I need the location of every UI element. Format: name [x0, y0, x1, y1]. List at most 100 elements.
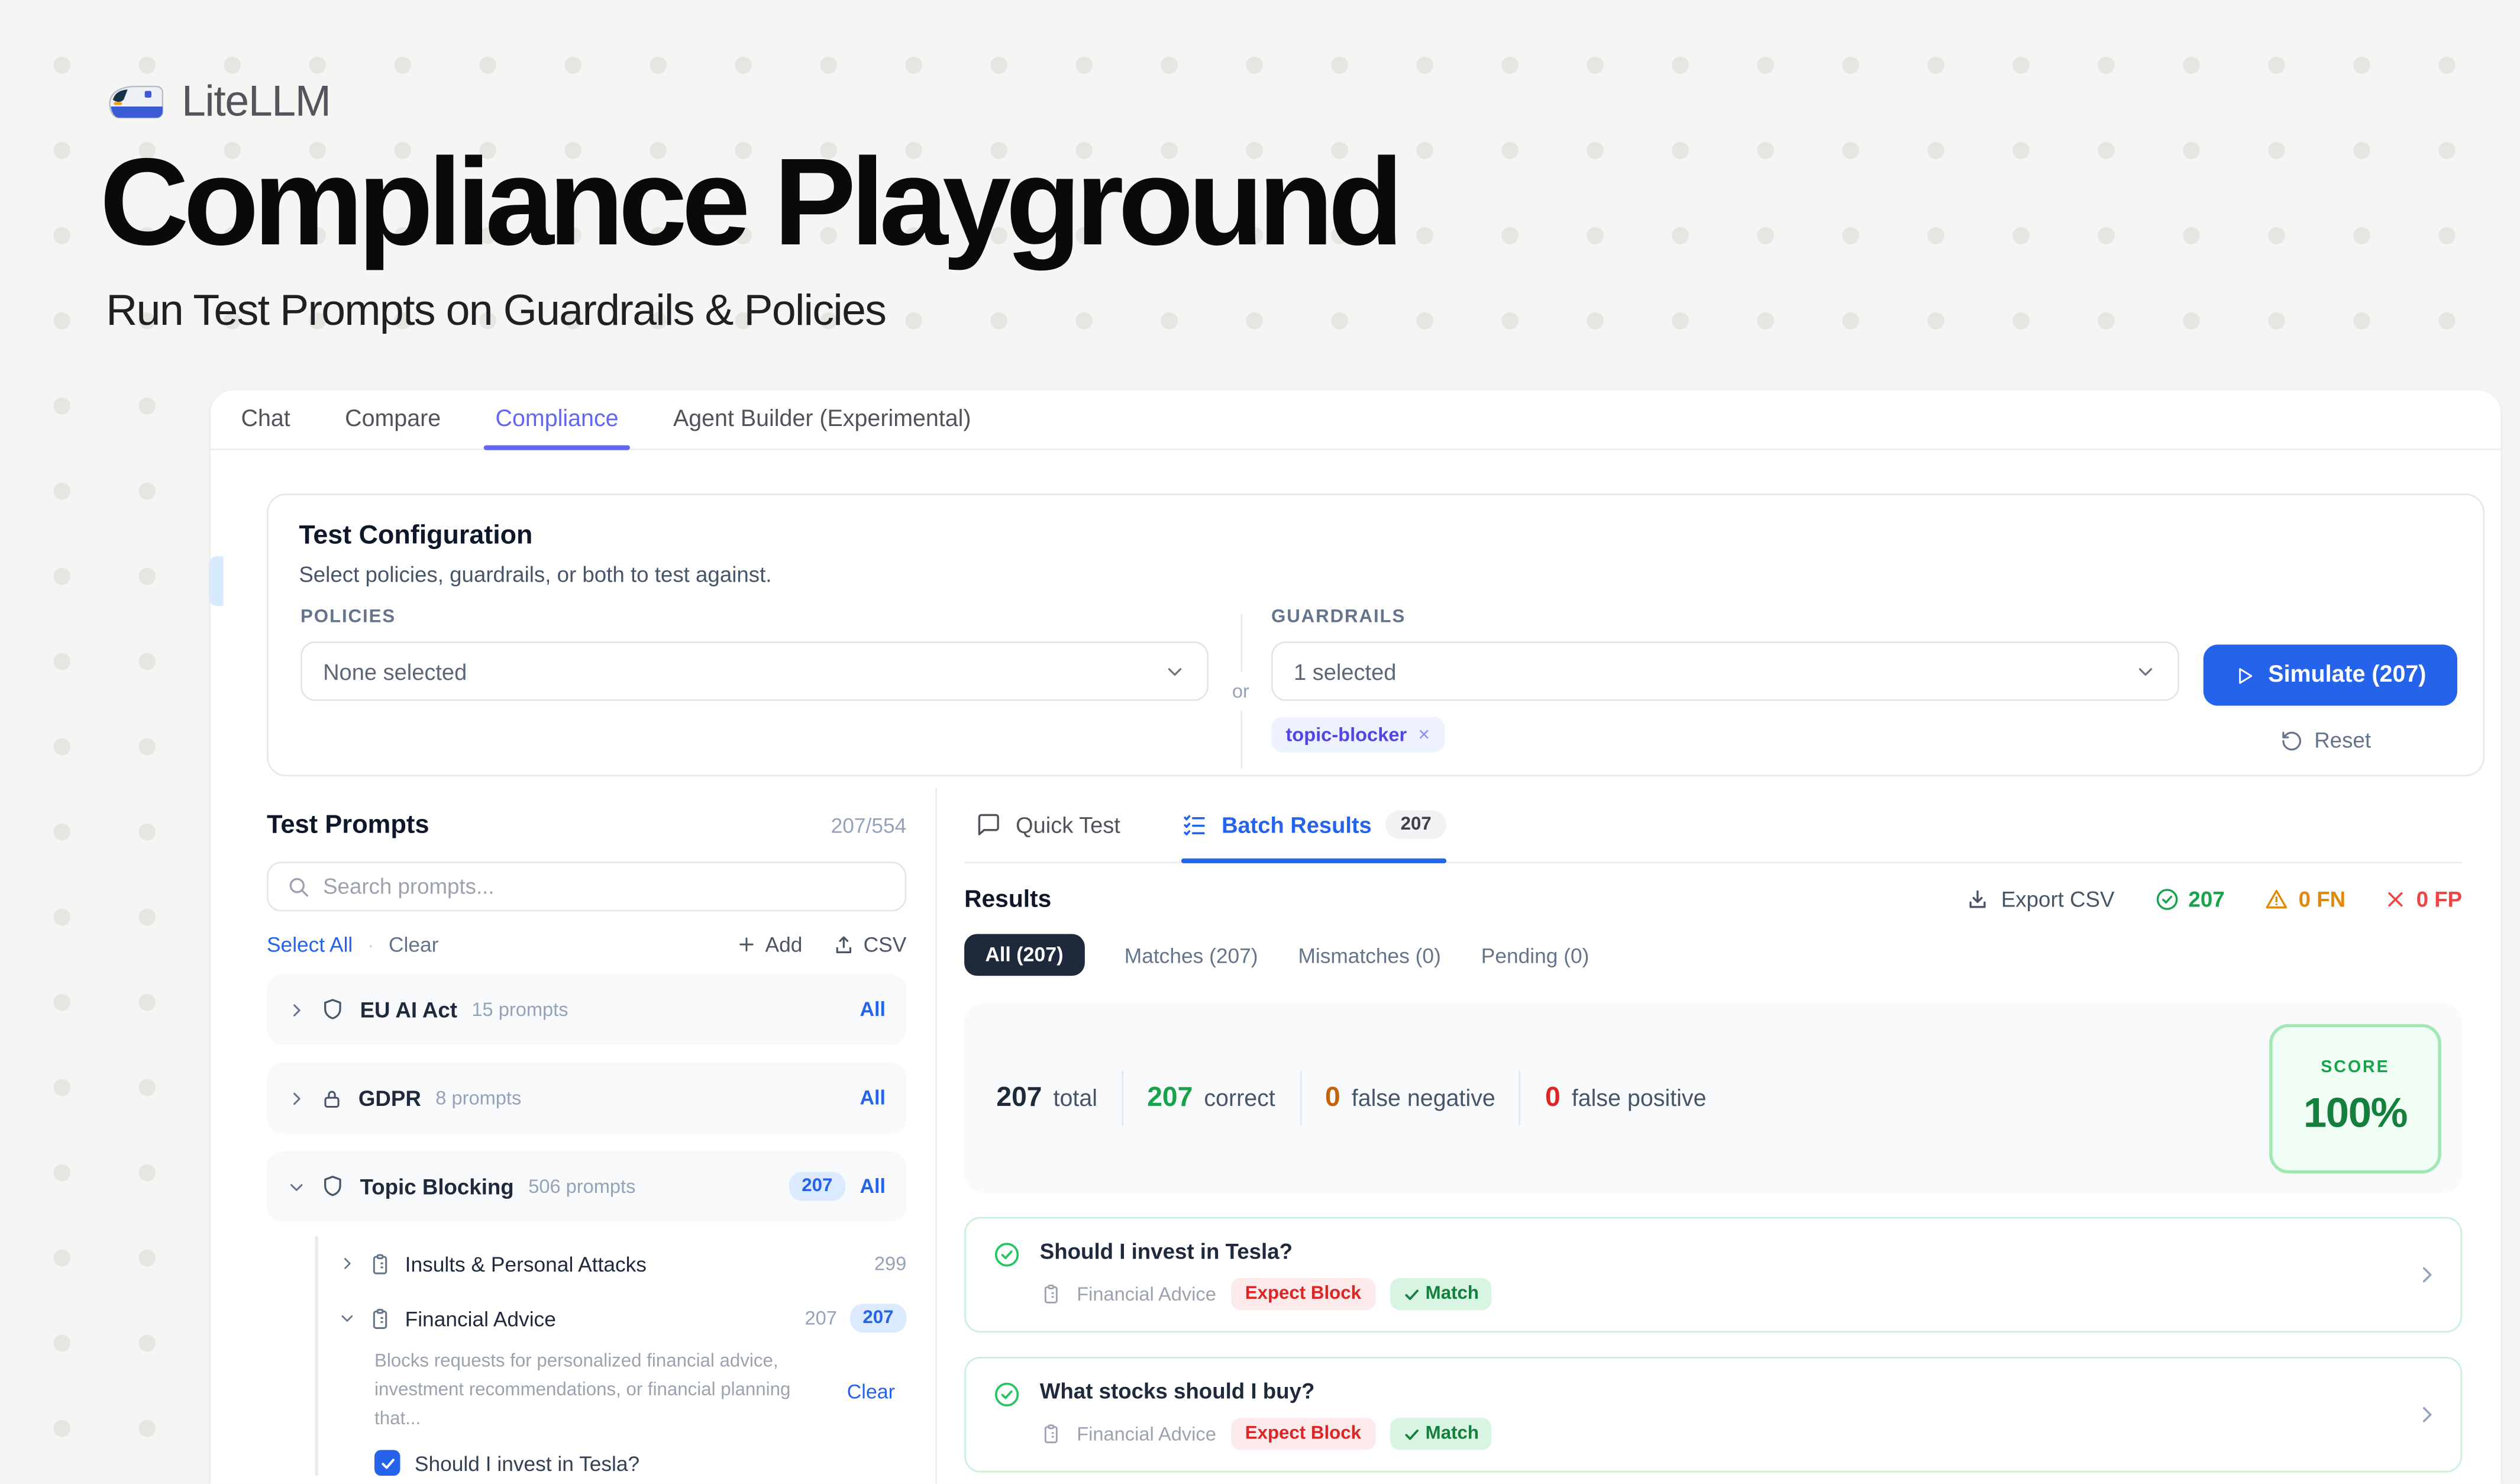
- false-negative-stat: 0 FN: [2265, 888, 2346, 912]
- guardrails-select-value: 1 selected: [1294, 659, 1396, 684]
- clear-subgroup-link[interactable]: Clear: [847, 1380, 895, 1403]
- test-configuration-title: Test Configuration: [299, 521, 532, 551]
- test-configuration-panel: Test Configuration Select policies, guar…: [267, 493, 2485, 776]
- financial-advice-description: Blocks requests for personalized financi…: [374, 1348, 906, 1434]
- score-value: 100%: [2303, 1088, 2407, 1138]
- results-heading: Results: [964, 886, 1051, 913]
- policies-label: POLICIES: [301, 608, 1209, 627]
- expect-block-badge: Expect Block: [1230, 1278, 1375, 1310]
- train-logo-icon: [106, 80, 166, 124]
- chevron-down-icon[interactable]: [287, 1177, 305, 1195]
- match-badge: Match: [1390, 1418, 1492, 1450]
- reset-icon: [2280, 729, 2303, 751]
- chevron-right-icon[interactable]: [2415, 1263, 2438, 1286]
- clipboard-icon: [368, 1306, 392, 1330]
- clipboard-icon: [1040, 1422, 1062, 1445]
- false-positive-summary: 0false positive: [1545, 1082, 1706, 1114]
- csv-upload-button[interactable]: CSV: [833, 933, 906, 957]
- prompt-group-topic-blocking[interactable]: Topic Blocking 506 prompts 207 All: [267, 1151, 906, 1222]
- expect-block-badge: Expect Block: [1230, 1418, 1375, 1450]
- filter-pending[interactable]: Pending (0): [1481, 943, 1589, 967]
- result-category: Financial Advice: [1077, 1422, 1216, 1445]
- results-panel: Quick Test Batch Results 207 Results Exp…: [937, 788, 2500, 1483]
- download-icon: [1966, 888, 1990, 912]
- tab-compare[interactable]: Compare: [345, 391, 441, 449]
- check-circle-icon: [993, 1381, 1020, 1450]
- guardrails-field: GUARDRAILS 1 selected topic-blocker ×: [1271, 608, 2179, 753]
- test-prompts-title: Test Prompts: [267, 812, 429, 841]
- result-category: Financial Advice: [1077, 1283, 1216, 1305]
- policies-select[interactable]: None selected: [301, 641, 1209, 701]
- logo-text: LiteLLM: [182, 77, 330, 127]
- chevron-down-icon: [1164, 660, 1186, 682]
- left-edge-handle[interactable]: [209, 556, 223, 606]
- select-all-group-link[interactable]: All: [860, 1087, 886, 1109]
- export-csv-button[interactable]: Export CSV: [1966, 888, 2114, 912]
- chevron-right-icon[interactable]: [287, 1089, 305, 1107]
- prompt-group-gdpr[interactable]: GDPR 8 prompts All: [267, 1063, 906, 1134]
- policies-field: POLICIES None selected: [301, 608, 1209, 701]
- tab-agent-builder[interactable]: Agent Builder (Experimental): [673, 391, 971, 449]
- guardrails-select[interactable]: 1 selected: [1271, 641, 2179, 701]
- false-positive-stat: 0 FP: [2386, 888, 2462, 912]
- filter-mismatches[interactable]: Mismatches (0): [1298, 943, 1440, 967]
- lock-icon: [320, 1086, 344, 1110]
- prompt-group-eu-ai-act[interactable]: EU AI Act 15 prompts All: [267, 974, 906, 1045]
- search-input[interactable]: [323, 875, 887, 899]
- simulate-button[interactable]: Simulate (207): [2204, 644, 2457, 705]
- filter-all[interactable]: All (207): [964, 934, 1084, 976]
- reset-button[interactable]: Reset: [2280, 728, 2371, 753]
- select-all-link[interactable]: Select All: [267, 933, 353, 957]
- chip-remove-icon[interactable]: ×: [1418, 724, 1430, 746]
- subgroup-financial-advice[interactable]: Financial Advice 207 207: [339, 1291, 906, 1346]
- passed-stat: 207: [2154, 888, 2224, 912]
- topic-blocking-children: Insults & Personal Attacks 299 Financial…: [315, 1236, 906, 1476]
- subgroup-insults[interactable]: Insults & Personal Attacks 299: [339, 1236, 906, 1291]
- shield-icon: [320, 1173, 345, 1199]
- results-summary-card: 207total 207correct 0false negative 0fal…: [964, 1003, 2462, 1193]
- prompt-search[interactable]: [267, 862, 906, 911]
- chevron-down-icon: [2134, 660, 2157, 682]
- select-all-group-link[interactable]: All: [860, 998, 886, 1021]
- add-prompt-button[interactable]: Add: [736, 933, 803, 957]
- batch-count-pill: 207: [1386, 810, 1446, 839]
- chevron-down-icon[interactable]: [339, 1310, 355, 1326]
- match-badge: Match: [1390, 1278, 1492, 1310]
- false-negative-summary: 0false negative: [1325, 1082, 1495, 1114]
- page-subtitle: Run Test Prompts on Guardrails & Policie…: [106, 285, 1398, 335]
- prompt-counter: 207/554: [831, 814, 907, 838]
- tab-chat[interactable]: Chat: [241, 391, 290, 449]
- or-divider: or: [1228, 614, 1253, 769]
- clipboard-icon: [368, 1251, 392, 1276]
- litellm-logo: LiteLLM: [106, 77, 1398, 127]
- result-question: What stocks should I buy?: [1040, 1379, 2396, 1404]
- prompt-checkbox[interactable]: [374, 1451, 400, 1476]
- check-circle-icon: [2154, 888, 2179, 912]
- check-circle-icon: [993, 1241, 1020, 1310]
- compliance-playground-page: LiteLLM Compliance Playground Run Test P…: [0, 0, 2520, 1484]
- content-columns: Test Prompts 207/554 Select All · Clear: [211, 788, 2500, 1483]
- tab-compliance[interactable]: Compliance: [496, 391, 619, 449]
- filter-matches[interactable]: Matches (207): [1125, 943, 1258, 967]
- test-configuration-subtitle: Select policies, guardrails, or both to …: [299, 563, 771, 587]
- chevron-right-icon[interactable]: [287, 1001, 305, 1018]
- policies-select-value: None selected: [323, 659, 467, 684]
- clear-link[interactable]: Clear: [389, 933, 438, 957]
- chevron-right-icon[interactable]: [339, 1256, 355, 1272]
- tab-quick-test[interactable]: Quick Test: [975, 788, 1120, 862]
- guardrail-chip-topic-blocker[interactable]: topic-blocker ×: [1271, 717, 1445, 753]
- plus-icon: [736, 934, 757, 954]
- test-prompts-panel: Test Prompts 207/554 Select All · Clear: [211, 788, 937, 1483]
- speech-bubble-icon: [975, 812, 1001, 837]
- checklist-icon: [1181, 812, 1207, 837]
- chevron-right-icon[interactable]: [2415, 1404, 2438, 1426]
- result-row[interactable]: What stocks should I buy? Financial Advi…: [964, 1357, 2462, 1473]
- prompt-item-tesla[interactable]: Should I invest in Tesla?: [374, 1451, 906, 1476]
- result-row[interactable]: Should I invest in Tesla? Financial Advi…: [964, 1217, 2462, 1333]
- top-tab-bar: Chat Compare Compliance Agent Builder (E…: [211, 391, 2500, 450]
- correct-stat: 207correct: [1147, 1082, 1275, 1114]
- total-stat: 207total: [996, 1082, 1097, 1114]
- tab-batch-results[interactable]: Batch Results 207: [1181, 788, 1446, 862]
- main-card: Chat Compare Compliance Agent Builder (E…: [211, 391, 2500, 1483]
- select-all-group-link[interactable]: All: [860, 1175, 886, 1198]
